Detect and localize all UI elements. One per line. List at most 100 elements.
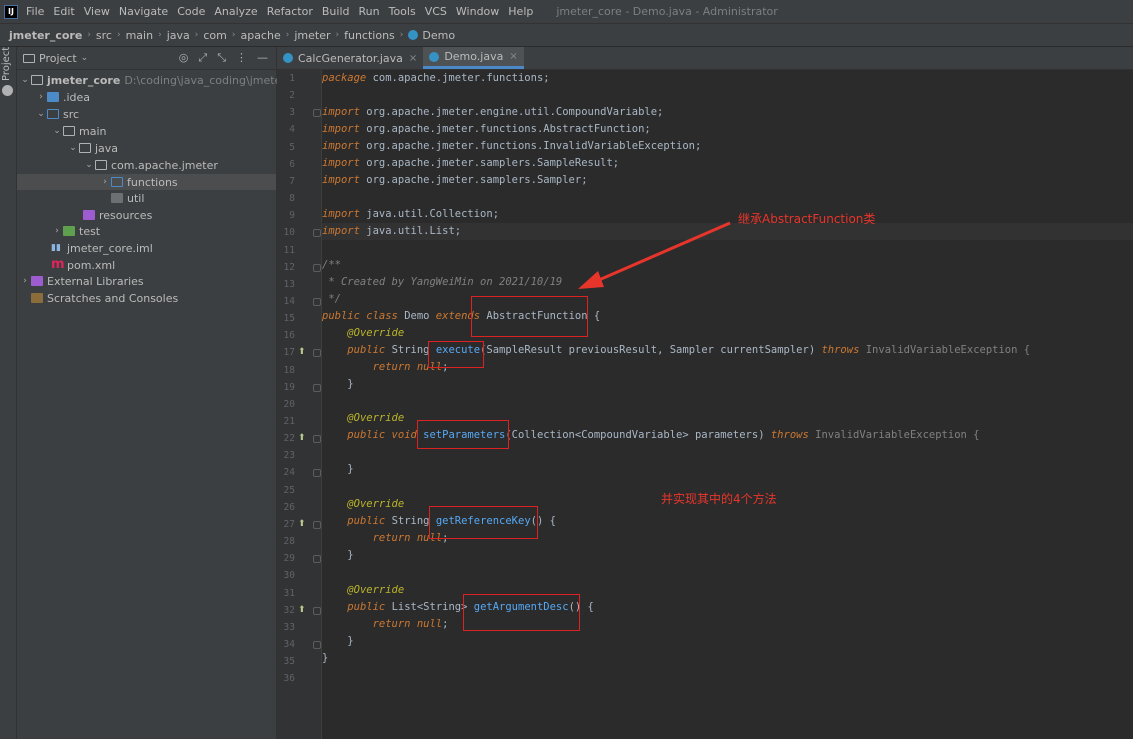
chevron-down-icon[interactable]: ⌄ [35,109,47,119]
chevron-down-icon[interactable]: ⌄ [67,143,79,153]
breadcrumb-item[interactable]: jmeter_core [9,29,82,42]
implements-method-icon[interactable]: ⬆ [298,430,306,447]
code-editor[interactable]: package com.apache.jmeter.functions; imp… [322,70,1133,739]
project-stripe-button[interactable]: Project [1,47,12,81]
tree-item-functions[interactable]: › functions [17,174,276,190]
tree-item-label: jmeter_core.iml [67,241,153,255]
tree-item-iml[interactable]: ▮▮ jmeter_core.iml [51,240,153,256]
line-number: 31 [283,587,295,599]
menu-view[interactable]: View [84,5,110,18]
hide-icon[interactable]: — [257,51,268,65]
line-number: 23 [283,450,295,462]
fold-marker-icon[interactable] [313,263,321,272]
code-line: import org.apache.jmeter.samplers.Sample… [322,157,620,169]
tree-item-label: pom.xml [67,258,116,272]
line-number: 32 [283,604,295,616]
fold-marker-icon[interactable] [313,606,321,615]
folder-icon [63,126,75,136]
project-tool-icon[interactable] [2,85,13,96]
fold-marker-icon[interactable] [313,229,321,238]
menu-tools[interactable]: Tools [389,5,416,18]
project-view-selector[interactable]: Project [39,52,77,65]
fold-marker-icon[interactable] [313,109,321,118]
chevron-down-icon[interactable]: ⌄ [19,75,31,85]
tree-item-label: Scratches and Consoles [47,291,179,305]
menu-vcs[interactable]: VCS [425,5,447,18]
window-title: jmeter_core - Demo.java - Administrator [556,5,778,18]
intellij-app-icon: IJ [4,4,18,19]
tab-calcgenerator[interactable]: CalcGenerator.java × [277,47,423,69]
menu-navigate[interactable]: Navigate [119,5,168,18]
locate-icon[interactable]: ◎ [179,51,189,65]
close-icon[interactable]: × [509,51,517,62]
highlight-box-getreferencekey [429,506,538,539]
chevron-down-icon[interactable]: ⌄ [81,53,89,63]
chevron-down-icon[interactable]: ⌄ [83,160,95,170]
tree-item-package[interactable]: ⌄ com.apache.jmeter [83,157,218,173]
tree-item-test[interactable]: › test [51,223,100,239]
tree-item-resources[interactable]: resources [83,207,152,223]
chevron-right-icon[interactable]: › [51,226,63,236]
tab-demo[interactable]: Demo.java × [423,47,524,69]
chevron-down-icon[interactable]: ⌄ [51,126,63,136]
tree-item-label: src [63,107,80,121]
fold-marker-icon[interactable] [313,349,321,358]
resources-folder-icon [83,210,95,220]
fold-marker-icon[interactable] [313,435,321,444]
fold-marker-icon[interactable] [313,640,321,649]
line-number: 2 [289,90,295,102]
fold-marker-icon[interactable] [313,555,321,564]
expand-all-icon[interactable]: ⤢ [198,51,207,65]
chevron-right-icon[interactable]: › [19,276,31,286]
fold-marker-icon[interactable] [313,297,321,306]
chevron-right-icon[interactable]: › [35,92,47,102]
menu-file[interactable]: File [26,5,44,18]
breadcrumb-item[interactable]: java [167,29,190,42]
import-statement: org.apache.jmeter.samplers.SampleResult; [366,157,620,169]
tree-item-idea[interactable]: › .idea [35,89,90,105]
implements-method-icon[interactable]: ⬆ [298,602,306,619]
line-number: 19 [283,381,295,393]
breadcrumb-item[interactable]: jmeter [294,29,330,42]
fold-marker-icon[interactable] [313,520,321,529]
menu-build[interactable]: Build [322,5,350,18]
breadcrumb-item[interactable]: functions [344,29,395,42]
tree-item-external-libraries[interactable]: › External Libraries [19,273,143,289]
menu-run[interactable]: Run [359,5,380,18]
tree-item-util[interactable]: util [111,190,144,206]
breadcrumb-item[interactable]: main [126,29,153,42]
options-icon[interactable]: ⋮ [236,51,247,65]
tab-label: CalcGenerator.java [298,51,403,65]
implements-method-icon[interactable]: ⬆ [298,344,306,361]
java-class-icon [283,53,293,63]
fold-marker-icon[interactable] [313,469,321,478]
chevron-right-icon: › [335,30,340,40]
menu-help[interactable]: Help [508,5,533,18]
package-icon [111,193,123,203]
line-number: 5 [289,141,295,153]
menu-refactor[interactable]: Refactor [267,5,313,18]
tree-item-pom[interactable]: m pom.xml [51,257,115,273]
menu-edit[interactable]: Edit [53,5,74,18]
tree-item-src[interactable]: ⌄ src [35,106,79,122]
fold-marker-icon[interactable] [313,383,321,392]
breadcrumb-item[interactable]: apache [240,29,280,42]
tree-item-main[interactable]: ⌄ main [51,123,106,139]
code-line: } [322,549,354,561]
tree-item-root[interactable]: ⌄ jmeter_core D:\coding\java_coding\jmet… [19,72,315,88]
close-icon[interactable]: × [409,53,417,64]
tree-item-scratches[interactable]: Scratches and Consoles [31,290,178,306]
menu-code[interactable]: Code [177,5,205,18]
line-number: 3 [289,107,295,119]
breadcrumb-item[interactable]: Demo [422,29,455,42]
menu-analyze[interactable]: Analyze [214,5,257,18]
tree-item-java[interactable]: ⌄ java [67,140,118,156]
collapse-all-icon[interactable]: ⤡ [217,51,226,65]
menu-window[interactable]: Window [456,5,499,18]
breadcrumb-item[interactable]: com [203,29,227,42]
implements-method-icon[interactable]: ⬆ [298,516,306,533]
breadcrumb-item[interactable]: src [96,29,112,42]
library-icon [31,276,43,286]
code-line: } [322,378,354,390]
chevron-right-icon[interactable]: › [99,177,111,187]
